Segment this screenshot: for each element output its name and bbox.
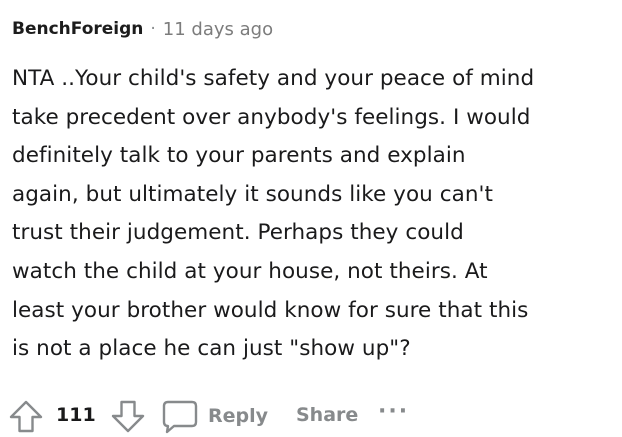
speech-bubble-icon <box>160 398 200 434</box>
reply-label: Reply <box>208 405 269 427</box>
comment-timestamp[interactable]: 11 days ago <box>163 19 273 40</box>
comment-header: BenchForeign · 11 days ago <box>12 14 273 44</box>
reply-button[interactable]: Reply <box>160 397 268 435</box>
meta-separator: · <box>150 19 156 39</box>
upvote-arrow-icon[interactable] <box>8 398 44 434</box>
share-button[interactable]: Share <box>296 404 358 426</box>
vote-score: 111 <box>56 404 96 426</box>
comment-author[interactable]: BenchForeign <box>12 19 143 39</box>
downvote-arrow-icon[interactable] <box>110 398 146 434</box>
comment-actions-bar: 111 Reply Share ··· <box>0 395 622 437</box>
comment-body: NTA ..Your child's safety and your peace… <box>12 66 535 362</box>
more-options-icon[interactable]: ··· <box>378 399 409 424</box>
